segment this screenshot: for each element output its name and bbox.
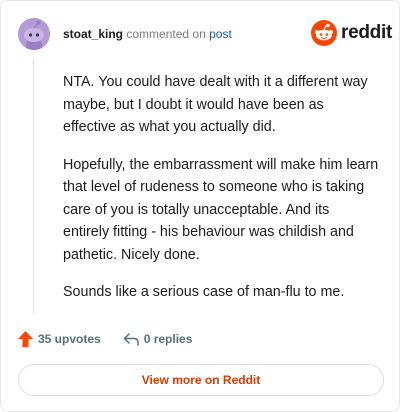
- reply-arrow-icon: [123, 333, 139, 346]
- comment-paragraph: NTA. You could have dealt with it a diff…: [63, 74, 368, 135]
- post-link[interactable]: post: [209, 27, 232, 41]
- reddit-logo-icon: [311, 20, 337, 46]
- reddit-wordmark: reddit: [341, 22, 392, 43]
- comment-paragraph: Sounds like a serious case of man-flu to…: [63, 284, 345, 300]
- username-link[interactable]: stoat_king: [63, 27, 123, 41]
- view-more-button[interactable]: View more on Reddit: [18, 364, 384, 396]
- thread-line: [33, 59, 34, 314]
- upvotes-label: 35 upvotes: [38, 332, 101, 346]
- upvotes-count[interactable]: 35 upvotes: [18, 331, 101, 347]
- comment-paragraph: Hopefully, the embarrassment will make h…: [63, 156, 379, 263]
- replies-label: 0 replies: [143, 332, 193, 346]
- replies-count[interactable]: 0 replies: [123, 332, 193, 346]
- reddit-logo[interactable]: reddit: [311, 20, 392, 46]
- action-text: commented on: [126, 27, 206, 41]
- comment-body: NTA. You could have dealt with it a diff…: [63, 71, 379, 319]
- embedded-comment-card: stoat_king commented on post reddit NTA.…: [0, 0, 400, 412]
- comment-footer: 35 upvotes 0 replies: [18, 331, 192, 347]
- user-avatar-icon[interactable]: [18, 18, 50, 50]
- comment-header: stoat_king commented on post: [63, 27, 232, 41]
- upvote-arrow-icon: [18, 331, 33, 347]
